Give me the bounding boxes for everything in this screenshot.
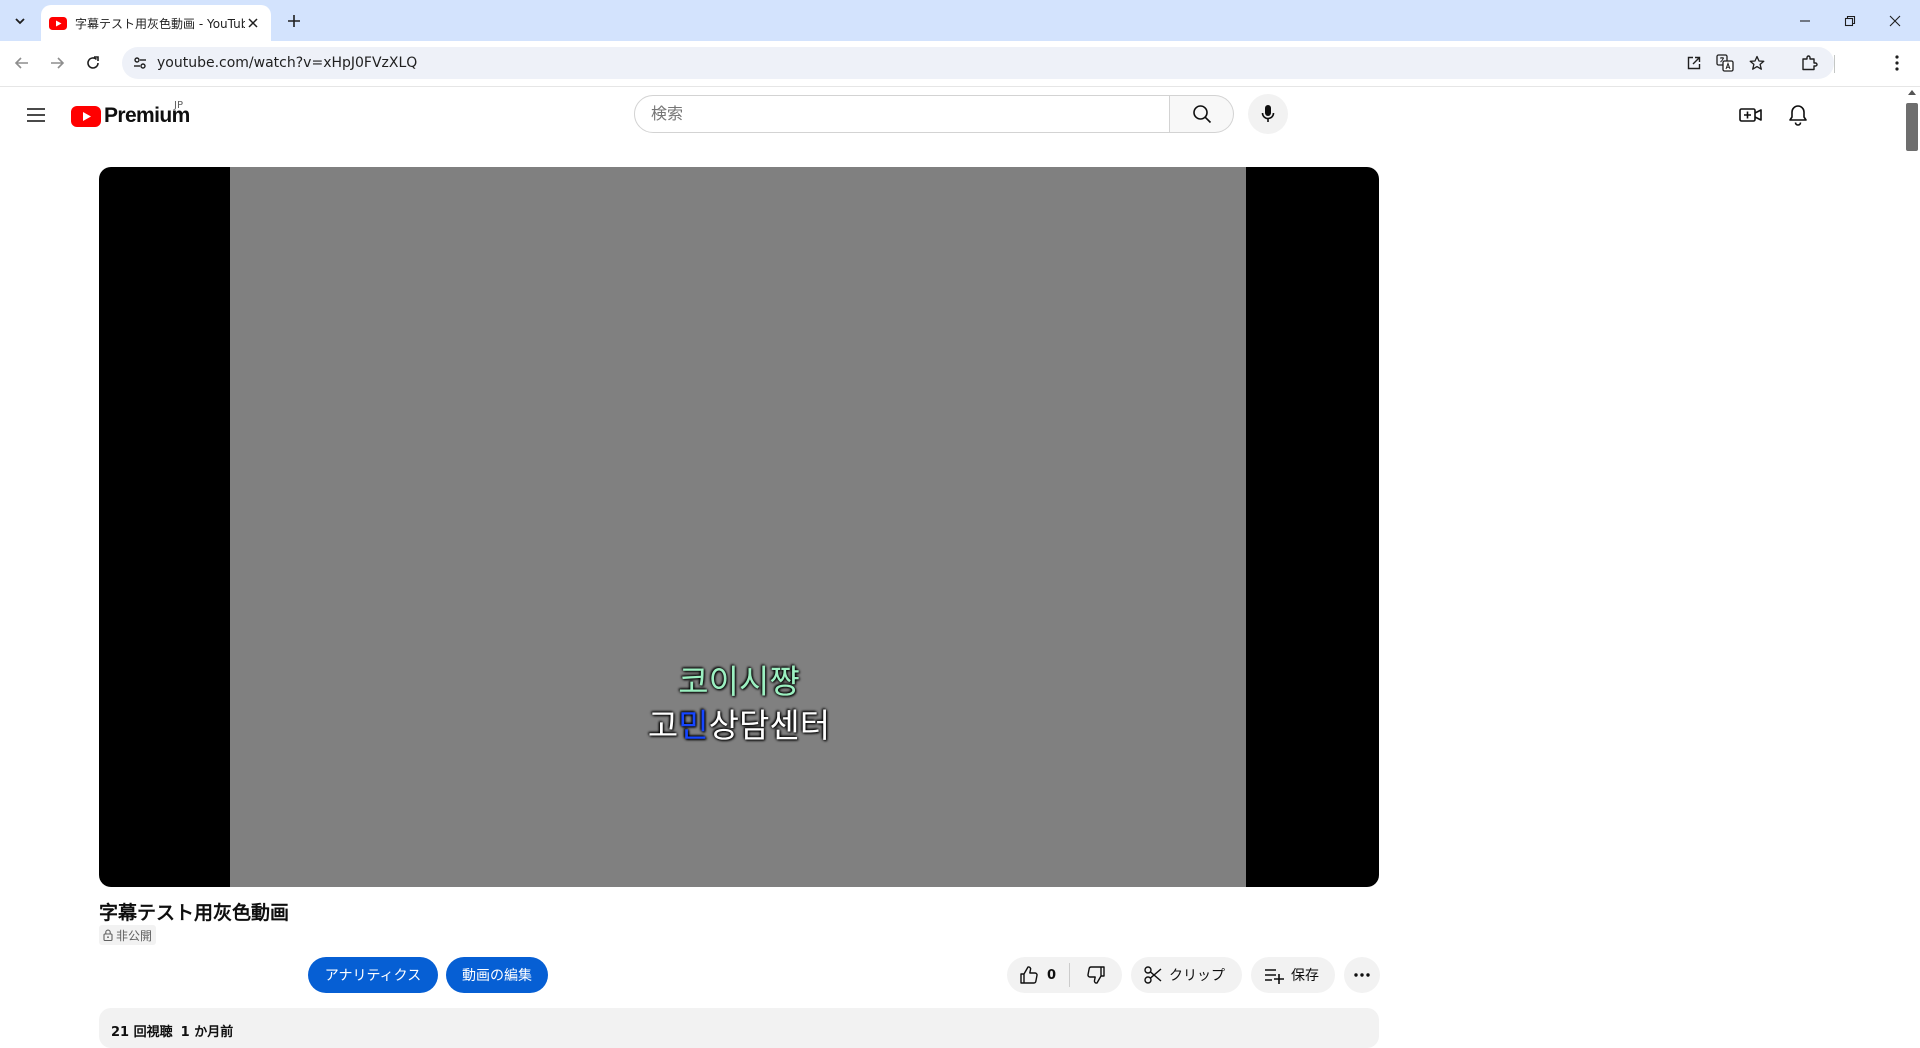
save-button[interactable]: 保存 bbox=[1251, 957, 1335, 993]
privacy-label: 非公開 bbox=[116, 928, 153, 943]
hamburger-menu-icon bbox=[27, 108, 45, 122]
video-frame bbox=[230, 167, 1246, 887]
address-bar[interactable]: youtube.com/watch?v=xHpJ0FVzXLQ bbox=[122, 47, 1834, 79]
clip-button[interactable]: クリップ bbox=[1131, 957, 1242, 993]
bookmark-star-icon[interactable] bbox=[1746, 52, 1768, 74]
tab-search-button[interactable] bbox=[6, 8, 34, 34]
caption-highlight: 민 bbox=[678, 706, 709, 745]
chevron-down-icon bbox=[15, 18, 25, 25]
search-box bbox=[634, 95, 1170, 133]
puzzle-icon bbox=[1802, 55, 1818, 71]
more-actions-button[interactable] bbox=[1344, 957, 1380, 993]
plus-icon bbox=[288, 15, 300, 27]
privacy-badge: 非公開 bbox=[99, 925, 157, 945]
clip-label: クリップ bbox=[1169, 968, 1225, 984]
captions-window: 코이시쨩 고민상담센터 bbox=[99, 660, 1379, 748]
url-text[interactable]: youtube.com/watch?v=xHpJ0FVzXLQ bbox=[157, 55, 417, 71]
search-input[interactable] bbox=[651, 104, 1151, 123]
like-count: 0 bbox=[1047, 967, 1057, 983]
country-code: JP bbox=[174, 100, 183, 111]
youtube-premium-logo[interactable]: Premium bbox=[71, 104, 190, 128]
video-title: 字幕テスト用灰色動画 bbox=[99, 902, 290, 924]
minimize-button[interactable] bbox=[1782, 0, 1827, 41]
video-add-icon bbox=[1739, 108, 1762, 122]
video-player[interactable]: 코이시쨩 고민상담센터 bbox=[99, 167, 1379, 887]
like-dislike-group: 0 bbox=[1007, 957, 1122, 993]
reload-button[interactable] bbox=[77, 47, 109, 79]
save-label: 保存 bbox=[1291, 968, 1319, 984]
back-button[interactable] bbox=[6, 47, 38, 79]
search-button[interactable] bbox=[1170, 95, 1234, 133]
bell-icon bbox=[1789, 105, 1807, 126]
microphone-icon bbox=[1261, 105, 1275, 122]
browser-menu-button[interactable] bbox=[1881, 47, 1913, 79]
scrollbar-thumb[interactable] bbox=[1906, 103, 1918, 151]
tab-close-icon[interactable] bbox=[245, 15, 261, 31]
more-horizontal-icon bbox=[1354, 973, 1370, 977]
create-button[interactable] bbox=[1731, 95, 1771, 135]
youtube-logo-icon bbox=[71, 105, 101, 127]
view-count: 21 回視聴 bbox=[111, 1025, 173, 1040]
translate-icon[interactable] bbox=[1714, 52, 1736, 74]
thumbs-up-icon bbox=[1020, 966, 1038, 984]
forward-button[interactable] bbox=[41, 47, 73, 79]
caption-text: 고 bbox=[647, 706, 679, 745]
thumbs-down-icon bbox=[1087, 966, 1105, 984]
close-window-button[interactable] bbox=[1872, 0, 1917, 41]
restore-button[interactable] bbox=[1827, 0, 1872, 41]
minimize-icon bbox=[1799, 19, 1810, 22]
browser-tab-strip: 字幕テスト用灰色動画 - YouTube bbox=[0, 0, 1920, 41]
toolbar-separator bbox=[1834, 55, 1835, 73]
browser-toolbar: youtube.com/watch?v=xHpJ0FVzXLQ bbox=[0, 41, 1920, 87]
search-icon bbox=[1192, 105, 1211, 124]
description-box[interactable]: 21 回視聴 1 か月前 bbox=[99, 1008, 1379, 1048]
playlist-add-icon bbox=[1265, 969, 1284, 984]
arrow-right-icon bbox=[51, 57, 65, 69]
like-button[interactable]: 0 bbox=[1007, 957, 1069, 993]
page-scrollbar[interactable] bbox=[1905, 87, 1920, 1040]
scissors-icon bbox=[1144, 966, 1162, 984]
open-in-app-icon[interactable] bbox=[1683, 52, 1705, 74]
analytics-button[interactable]: アナリティクス bbox=[308, 957, 438, 993]
youtube-masthead: Premium JP bbox=[0, 87, 1900, 143]
upload-date: 1 か月前 bbox=[180, 1025, 234, 1040]
restore-icon bbox=[1844, 15, 1855, 26]
edit-video-button[interactable]: 動画の編集 bbox=[446, 957, 548, 993]
caption-text: 상담센터 bbox=[708, 706, 831, 745]
more-vertical-icon bbox=[1895, 55, 1899, 71]
tab-title: 字幕テスト用灰色動画 - YouTube bbox=[75, 16, 245, 31]
caption-line-2: 고민상담센터 bbox=[99, 704, 1379, 748]
new-tab-button[interactable] bbox=[282, 9, 306, 33]
scroll-up-arrow-icon[interactable] bbox=[1908, 90, 1916, 95]
site-info-icon[interactable] bbox=[130, 53, 150, 73]
caption-line-1: 코이시쨩 bbox=[678, 662, 800, 701]
guide-menu-button[interactable] bbox=[16, 95, 56, 135]
lock-icon bbox=[103, 929, 113, 941]
browser-tab-active[interactable]: 字幕テスト用灰色動画 - YouTube bbox=[41, 5, 271, 41]
youtube-favicon-icon bbox=[49, 16, 67, 30]
notifications-button[interactable] bbox=[1778, 95, 1818, 135]
extensions-button[interactable] bbox=[1793, 47, 1825, 79]
video-meta: 21 回視聴 1 か月前 bbox=[111, 1021, 233, 1040]
reload-icon bbox=[87, 56, 99, 69]
dislike-button[interactable] bbox=[1070, 957, 1122, 993]
voice-search-button[interactable] bbox=[1248, 94, 1288, 134]
close-icon bbox=[1889, 15, 1900, 26]
arrow-left-icon bbox=[14, 57, 28, 69]
